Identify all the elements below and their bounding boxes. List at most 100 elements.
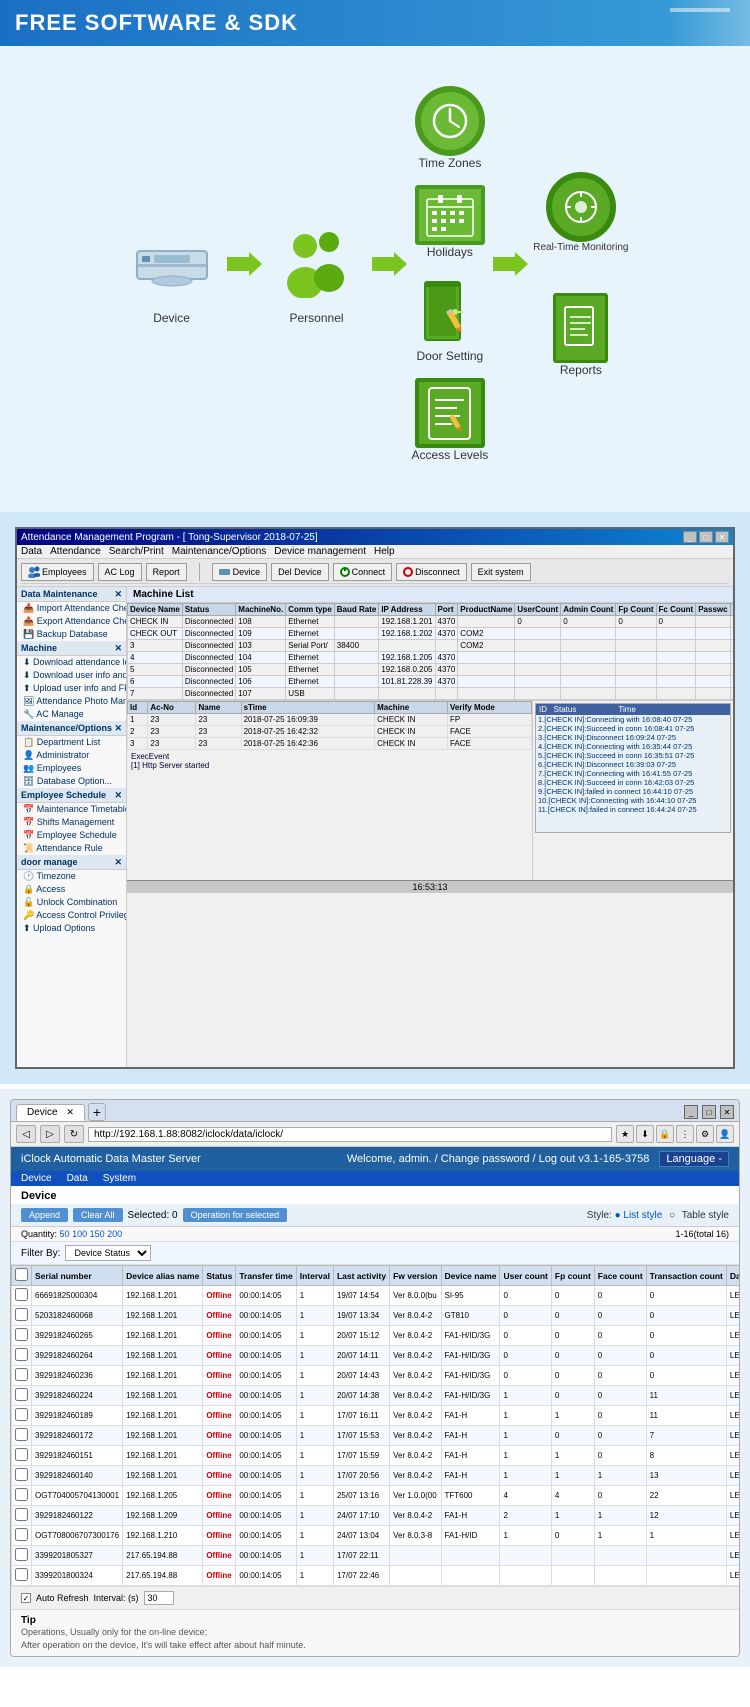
bottom-left: Id Ac-No Name sTime Machine Verify Mode … xyxy=(127,701,533,880)
qty-150[interactable]: 150 xyxy=(90,1229,105,1239)
row-checkbox[interactable] xyxy=(15,1348,28,1361)
row-checkbox[interactable] xyxy=(15,1528,28,1541)
sidebar-download-att[interactable]: ⬇ Download attendance logs xyxy=(17,656,126,669)
win-toolbar: Employees AC Log Report Device Del Devic… xyxy=(17,559,733,587)
select-all-checkbox[interactable] xyxy=(15,1268,28,1281)
machine-table: Device Name Status MachineNo. Comm type … xyxy=(127,603,733,700)
row-checkbox[interactable] xyxy=(15,1428,28,1441)
security-icon[interactable]: 🔒 xyxy=(656,1125,674,1143)
sidebar-access[interactable]: 🔒 Access xyxy=(17,883,126,896)
sidebar-upload-opts[interactable]: ⬆ Upload Options xyxy=(17,922,126,935)
sidebar-upload-user[interactable]: ⬆ Upload user info and FP xyxy=(17,682,126,695)
row-checkbox[interactable] xyxy=(15,1328,28,1341)
device-row: 5203182460068192.168.1.201Offline00:00:1… xyxy=(12,1306,740,1326)
download-icon[interactable]: ⬇ xyxy=(636,1125,654,1143)
sidebar-backup[interactable]: 💾 Backup Database xyxy=(17,628,126,641)
row-checkbox[interactable] xyxy=(15,1568,28,1581)
row-checkbox[interactable] xyxy=(15,1448,28,1461)
row-checkbox[interactable] xyxy=(15,1508,28,1521)
menu-search[interactable]: Search/Print xyxy=(109,546,164,557)
nav-system-link[interactable]: System xyxy=(103,1173,136,1184)
operation-btn[interactable]: Operation for selected xyxy=(183,1208,288,1222)
menu-data[interactable]: Data xyxy=(21,546,42,557)
person-icon[interactable]: 👤 xyxy=(716,1125,734,1143)
menu-attendance[interactable]: Attendance xyxy=(50,546,101,557)
toolbar-disconnect-btn[interactable]: Disconnect xyxy=(396,563,467,581)
qty-100[interactable]: 100 xyxy=(72,1229,87,1239)
sidebar-shifts[interactable]: 📅 Shifts Management xyxy=(17,816,126,829)
device-row: 66691825000304192.168.1.201Offline00:00:… xyxy=(12,1286,740,1306)
sidebar-timezone[interactable]: 🕐 Timezone xyxy=(17,870,126,883)
auto-refresh-checkbox[interactable]: ✓ xyxy=(21,1593,31,1603)
menu-help[interactable]: Help xyxy=(374,546,395,557)
row-checkbox[interactable] xyxy=(15,1468,28,1481)
status-log-item: 4.[CHECK IN]:Connecting with 16:35:44 07… xyxy=(536,742,730,751)
qty-200[interactable]: 200 xyxy=(107,1229,122,1239)
tab-close-icon[interactable]: ✕ xyxy=(66,1107,74,1117)
clear-all-btn[interactable]: Clear All xyxy=(73,1208,123,1222)
sidebar-timetables[interactable]: 📅 Maintenance Timetables xyxy=(17,803,126,816)
event-col-verify: Verify Mode xyxy=(447,702,531,714)
table-style-btn[interactable]: Table style xyxy=(682,1210,729,1221)
row-checkbox[interactable] xyxy=(15,1548,28,1561)
language-btn[interactable]: Language - xyxy=(659,1151,729,1167)
sidebar-access-ctrl[interactable]: 🔑 Access Control Privilege xyxy=(17,909,126,922)
status-log-body: 1.[CHECK IN]:Connecting with 16:08:40 07… xyxy=(536,715,730,814)
col-pass: Passwc xyxy=(696,604,730,616)
browser-tab-device[interactable]: Device ✕ xyxy=(16,1104,85,1121)
list-style-btn[interactable]: ● List style xyxy=(615,1210,663,1221)
sidebar-emp-schedule[interactable]: 📅 Employee Schedule xyxy=(17,829,126,842)
sidebar-admin[interactable]: 👤 Administrator xyxy=(17,749,126,762)
sidebar-download-user[interactable]: ⬇ Download user info and Fp xyxy=(17,669,126,682)
sidebar-att-rule[interactable]: 📜 Attendance Rule xyxy=(17,842,126,855)
menu-device[interactable]: Device management xyxy=(274,546,366,557)
win-close-btn[interactable]: ✕ xyxy=(715,531,729,543)
toolbar-device-btn[interactable]: Device xyxy=(212,563,268,581)
extension-icon[interactable]: ⚙ xyxy=(696,1125,714,1143)
settings-icon[interactable]: ⋮ xyxy=(676,1125,694,1143)
toolbar-connect-btn[interactable]: Connect xyxy=(333,563,393,581)
menu-maintenance[interactable]: Maintenance/Options xyxy=(172,546,267,557)
browser-minimize-btn[interactable]: _ xyxy=(684,1105,698,1119)
device-toolbar: Append Clear All Selected: 0 Operation f… xyxy=(11,1204,739,1227)
nav-back-btn[interactable]: ◁ xyxy=(16,1125,36,1143)
row-checkbox[interactable] xyxy=(15,1368,28,1381)
win-minimize-btn[interactable]: _ xyxy=(683,531,697,543)
win-maximize-btn[interactable]: □ xyxy=(699,531,713,543)
sidebar-photo-mgmt[interactable]: 🖼 Attendance Photo Management xyxy=(17,695,126,708)
row-checkbox[interactable] xyxy=(15,1308,28,1321)
append-btn[interactable]: Append xyxy=(21,1208,68,1222)
nav-data-link[interactable]: Data xyxy=(67,1173,88,1184)
center-column: Time Zones xyxy=(412,86,489,462)
tab-ac-log-btn[interactable]: AC Log xyxy=(98,563,142,581)
sidebar-dept[interactable]: 📋 Department List xyxy=(17,736,126,749)
browser-restore-btn[interactable]: □ xyxy=(702,1105,716,1119)
tab-report-btn[interactable]: Report xyxy=(146,563,187,581)
row-checkbox[interactable] xyxy=(15,1408,28,1421)
sidebar-import[interactable]: 📥 Import Attendance Checking Data xyxy=(17,602,126,615)
tab-employees-btn[interactable]: Employees xyxy=(21,563,94,581)
bookmark-icon[interactable]: ★ xyxy=(616,1125,634,1143)
sidebar-unlock[interactable]: 🔓 Unlock Combination xyxy=(17,896,126,909)
nav-refresh-btn[interactable]: ↻ xyxy=(64,1125,84,1143)
sidebar-ac-manage[interactable]: 🔧 AC Manage xyxy=(17,708,126,721)
event-col-time: sTime xyxy=(241,702,375,714)
row-checkbox[interactable] xyxy=(15,1488,28,1501)
row-checkbox[interactable] xyxy=(15,1388,28,1401)
sidebar-export[interactable]: 📤 Export Attendance Checking Data xyxy=(17,615,126,628)
nav-device-link[interactable]: Device xyxy=(21,1173,52,1184)
filter-dropdown[interactable]: Device Status xyxy=(65,1245,151,1261)
interval-input[interactable] xyxy=(144,1591,174,1605)
bottom-right: ID Status Time 1.[CHECK IN]:Connecting w… xyxy=(533,701,733,880)
nav-forward-btn[interactable]: ▷ xyxy=(40,1125,60,1143)
row-checkbox[interactable] xyxy=(15,1288,28,1301)
browser-close-btn[interactable]: ✕ xyxy=(720,1105,734,1119)
new-tab-btn[interactable]: + xyxy=(88,1103,106,1121)
arrow-3 xyxy=(493,249,528,299)
sidebar-employees[interactable]: 👥 Employees xyxy=(17,762,126,775)
sidebar-db-option[interactable]: 🗄 Database Option... xyxy=(17,775,126,788)
url-bar[interactable] xyxy=(88,1127,612,1142)
toolbar-del-device-btn[interactable]: Del Device xyxy=(271,563,329,581)
qty-50[interactable]: 50 xyxy=(60,1229,70,1239)
toolbar-exit-btn[interactable]: Exit system xyxy=(471,563,531,581)
